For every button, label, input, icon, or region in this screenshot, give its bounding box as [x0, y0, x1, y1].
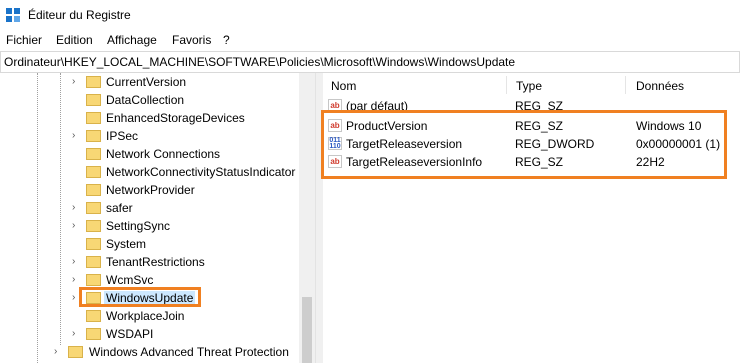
menu-help[interactable]: ? — [223, 33, 230, 47]
address-bar[interactable]: Ordinateur\HKEY_LOCAL_MACHINE\SOFTWARE\P… — [0, 51, 740, 73]
menu-affichage[interactable]: Affichage — [107, 33, 157, 47]
tree-guide-line — [37, 73, 38, 363]
tree-item-label: Network Connections — [106, 147, 221, 161]
chevron-right-icon[interactable]: › — [72, 130, 82, 142]
column-separator[interactable] — [625, 76, 626, 94]
tree-item-label: CurrentVersion — [106, 75, 187, 89]
menu-bar: Fichier Edition Affichage Favoris ? — [0, 30, 740, 50]
tree-item-label: System — [106, 237, 147, 251]
folder-icon — [86, 166, 101, 178]
key-tree-pane[interactable]: › CurrentVersion DataCollection Enhanced… — [0, 73, 315, 363]
folder-icon — [86, 148, 101, 160]
highlight-box — [79, 287, 201, 307]
column-header-type[interactable]: Type — [516, 79, 542, 93]
chevron-right-icon[interactable]: › — [72, 202, 82, 214]
highlight-box — [321, 110, 727, 179]
tree-item-label: IPSec — [106, 129, 139, 143]
folder-icon — [68, 346, 83, 358]
tree-item-label: TenantRestrictions — [106, 255, 205, 269]
tree-item-label: SettingSync — [106, 219, 171, 233]
chevron-right-icon[interactable]: › — [72, 328, 82, 340]
folder-icon — [86, 274, 101, 286]
tree-item-label: NetworkConnectivityStatusIndicator — [106, 165, 296, 179]
tree-item-label: WorkplaceJoin — [106, 309, 185, 323]
folder-icon — [86, 76, 101, 88]
folder-icon — [86, 184, 101, 196]
folder-icon — [86, 112, 101, 124]
folder-icon — [86, 256, 101, 268]
chevron-right-icon[interactable]: › — [72, 256, 82, 268]
tree-guide-line — [60, 73, 61, 345]
tree-item-label: WcmSvc — [106, 273, 154, 287]
scrollbar-thumb[interactable] — [302, 297, 312, 363]
tree-scrollbar[interactable] — [299, 73, 315, 363]
folder-icon — [86, 310, 101, 322]
tree-item-label: WSDAPI — [106, 327, 154, 341]
chevron-right-icon[interactable]: › — [54, 346, 64, 358]
tree-item-label: safer — [106, 201, 133, 215]
tree-item-label: DataCollection — [106, 93, 185, 107]
tree-item-label: EnhancedStorageDevices — [106, 111, 245, 125]
menu-edition[interactable]: Edition — [56, 33, 93, 47]
menu-favoris[interactable]: Favoris — [172, 33, 211, 47]
folder-icon — [86, 94, 101, 106]
chevron-right-icon[interactable]: › — [72, 220, 82, 232]
window-title: Éditeur du Registre — [28, 8, 131, 22]
chevron-right-icon[interactable]: › — [72, 76, 82, 88]
column-header-data[interactable]: Données — [636, 79, 684, 93]
menu-fichier[interactable]: Fichier — [6, 33, 42, 47]
tree-item-label: Windows Advanced Threat Protection — [89, 345, 289, 359]
title-bar: Éditeur du Registre — [0, 0, 740, 30]
folder-icon — [86, 220, 101, 232]
folder-icon — [86, 238, 101, 250]
tree-item-label: NetworkProvider — [106, 183, 195, 197]
folder-icon — [86, 328, 101, 340]
address-path[interactable]: Ordinateur\HKEY_LOCAL_MACHINE\SOFTWARE\P… — [4, 55, 515, 69]
folder-icon — [86, 130, 101, 142]
folder-icon — [86, 202, 101, 214]
column-separator[interactable] — [506, 76, 507, 94]
registry-editor-icon — [6, 8, 20, 22]
column-header-name[interactable]: Nom — [331, 79, 356, 93]
chevron-right-icon[interactable]: › — [72, 274, 82, 286]
